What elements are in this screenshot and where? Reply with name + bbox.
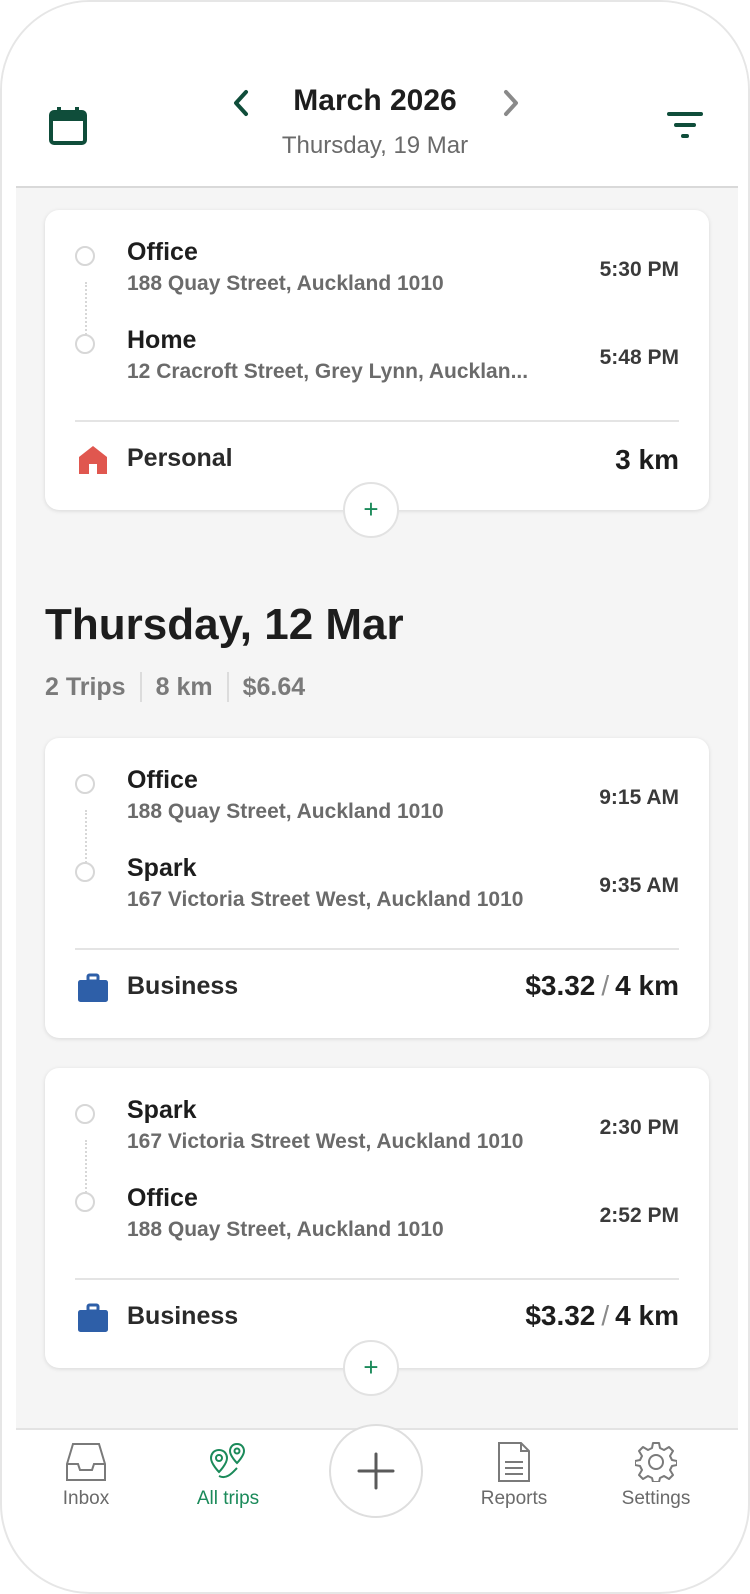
stat-divider [139, 672, 142, 702]
trip-value: $3.32 [525, 1300, 596, 1331]
plus-icon [357, 1452, 395, 1490]
trip-list[interactable]: Office 188 Quay Street, Auckland 1010 5:… [16, 188, 738, 1428]
stop-time: 2:30 PM [599, 1116, 679, 1139]
trip-purpose: Personal [127, 444, 233, 472]
stop-address: 167 Victoria Street West, Auckland 1010 [127, 1130, 524, 1153]
app-screen: March 2026 Thursday, 19 Mar Office 188 Q… [0, 0, 750, 1594]
add-trip-between-button[interactable]: + [343, 482, 399, 538]
stop-name: Spark [127, 1096, 197, 1124]
stop-name: Spark [127, 854, 197, 882]
stop-marker [75, 1104, 95, 1124]
nav-settings[interactable]: Settings [596, 1442, 716, 1510]
card-divider [75, 1278, 679, 1280]
stop-name: Office [127, 1184, 198, 1212]
trip-purpose: Business [127, 1302, 239, 1330]
stop-name: Home [127, 326, 197, 354]
stop-address: 188 Quay Street, Auckland 1010 [127, 800, 444, 823]
add-trip-button[interactable] [329, 1424, 423, 1518]
month-title: March 2026 [293, 84, 457, 117]
nav-reports[interactable]: Reports [454, 1442, 574, 1510]
trip-value: $3.32 [525, 970, 596, 1001]
trip-stop-destination: Spark 167 Victoria Street West, Auckland… [45, 848, 709, 918]
stop-time: 5:48 PM [599, 346, 679, 369]
stop-address: 167 Victoria Street West, Auckland 1010 [127, 888, 524, 911]
nav-label: Settings [621, 1488, 691, 1509]
filter-icon[interactable] [666, 110, 704, 140]
trip-card[interactable]: Office 188 Quay Street, Auckland 1010 5:… [45, 210, 709, 510]
header: March 2026 Thursday, 19 Mar [2, 2, 748, 186]
stop-marker [75, 1192, 95, 1212]
inbox-icon [66, 1443, 106, 1481]
map-pins-icon [209, 1442, 246, 1478]
stop-address: 12 Cracroft Street, Grey Lynn, Aucklan..… [127, 360, 529, 383]
stop-marker [75, 334, 95, 354]
card-divider [75, 948, 679, 950]
stop-time: 9:15 AM [599, 786, 679, 809]
amount-separator: / [601, 970, 610, 1001]
document-icon [498, 1442, 530, 1482]
stop-marker [75, 246, 95, 266]
home-icon [79, 446, 107, 474]
briefcase-icon [78, 1303, 108, 1332]
amount-separator: / [601, 1300, 610, 1331]
card-divider [75, 420, 679, 422]
stop-marker [75, 862, 95, 882]
stop-time: 2:52 PM [599, 1204, 679, 1227]
day-value: $6.64 [242, 672, 306, 701]
trip-stop-origin: Spark 167 Victoria Street West, Auckland… [45, 1090, 709, 1160]
trip-stop-origin: Office 188 Quay Street, Auckland 1010 5:… [45, 232, 709, 302]
nav-label: All trips [196, 1488, 260, 1509]
gear-icon [635, 1442, 677, 1482]
briefcase-icon [78, 973, 108, 1002]
stop-time: 5:30 PM [599, 258, 679, 281]
selected-day: Thursday, 19 Mar [281, 132, 469, 159]
stop-address: 188 Quay Street, Auckland 1010 [127, 1218, 444, 1241]
day-summary: 2 Trips 8 km $6.64 [45, 672, 305, 702]
nav-all-trips[interactable]: All trips [168, 1442, 288, 1510]
trip-stop-destination: Home 12 Cracroft Street, Grey Lynn, Auck… [45, 320, 709, 390]
nav-inbox[interactable]: Inbox [26, 1442, 146, 1510]
trip-purpose: Business [127, 972, 239, 1000]
trip-stop-destination: Office 188 Quay Street, Auckland 1010 2:… [45, 1178, 709, 1248]
add-trip-between-button[interactable]: + [343, 1340, 399, 1396]
stat-divider [226, 672, 229, 702]
nav-label: Reports [480, 1488, 548, 1509]
day-heading: Thursday, 12 Mar [45, 600, 404, 649]
stop-marker [75, 774, 95, 794]
trip-amount: $3.32/4 km [525, 1300, 679, 1332]
trip-stop-origin: Office 188 Quay Street, Auckland 1010 9:… [45, 760, 709, 830]
trip-card[interactable]: Office 188 Quay Street, Auckland 1010 9:… [45, 738, 709, 1038]
stop-time: 9:35 AM [599, 874, 679, 897]
chevron-right-icon[interactable] [500, 88, 522, 118]
nav-label: Inbox [62, 1488, 110, 1509]
stop-name: Office [127, 766, 198, 794]
trip-count: 2 Trips [45, 672, 126, 701]
stop-name: Office [127, 238, 198, 266]
trip-distance: 4 km [615, 1300, 679, 1331]
bottom-nav: Inbox All trips Reports Settings [16, 1424, 738, 1530]
trip-card[interactable]: Spark 167 Victoria Street West, Auckland… [45, 1068, 709, 1368]
trip-amount: $3.32/4 km [525, 970, 679, 1002]
trip-amount: 3 km [615, 444, 679, 475]
trip-distance: 4 km [615, 970, 679, 1001]
day-distance: 8 km [155, 672, 213, 701]
stop-address: 188 Quay Street, Auckland 1010 [127, 272, 444, 295]
